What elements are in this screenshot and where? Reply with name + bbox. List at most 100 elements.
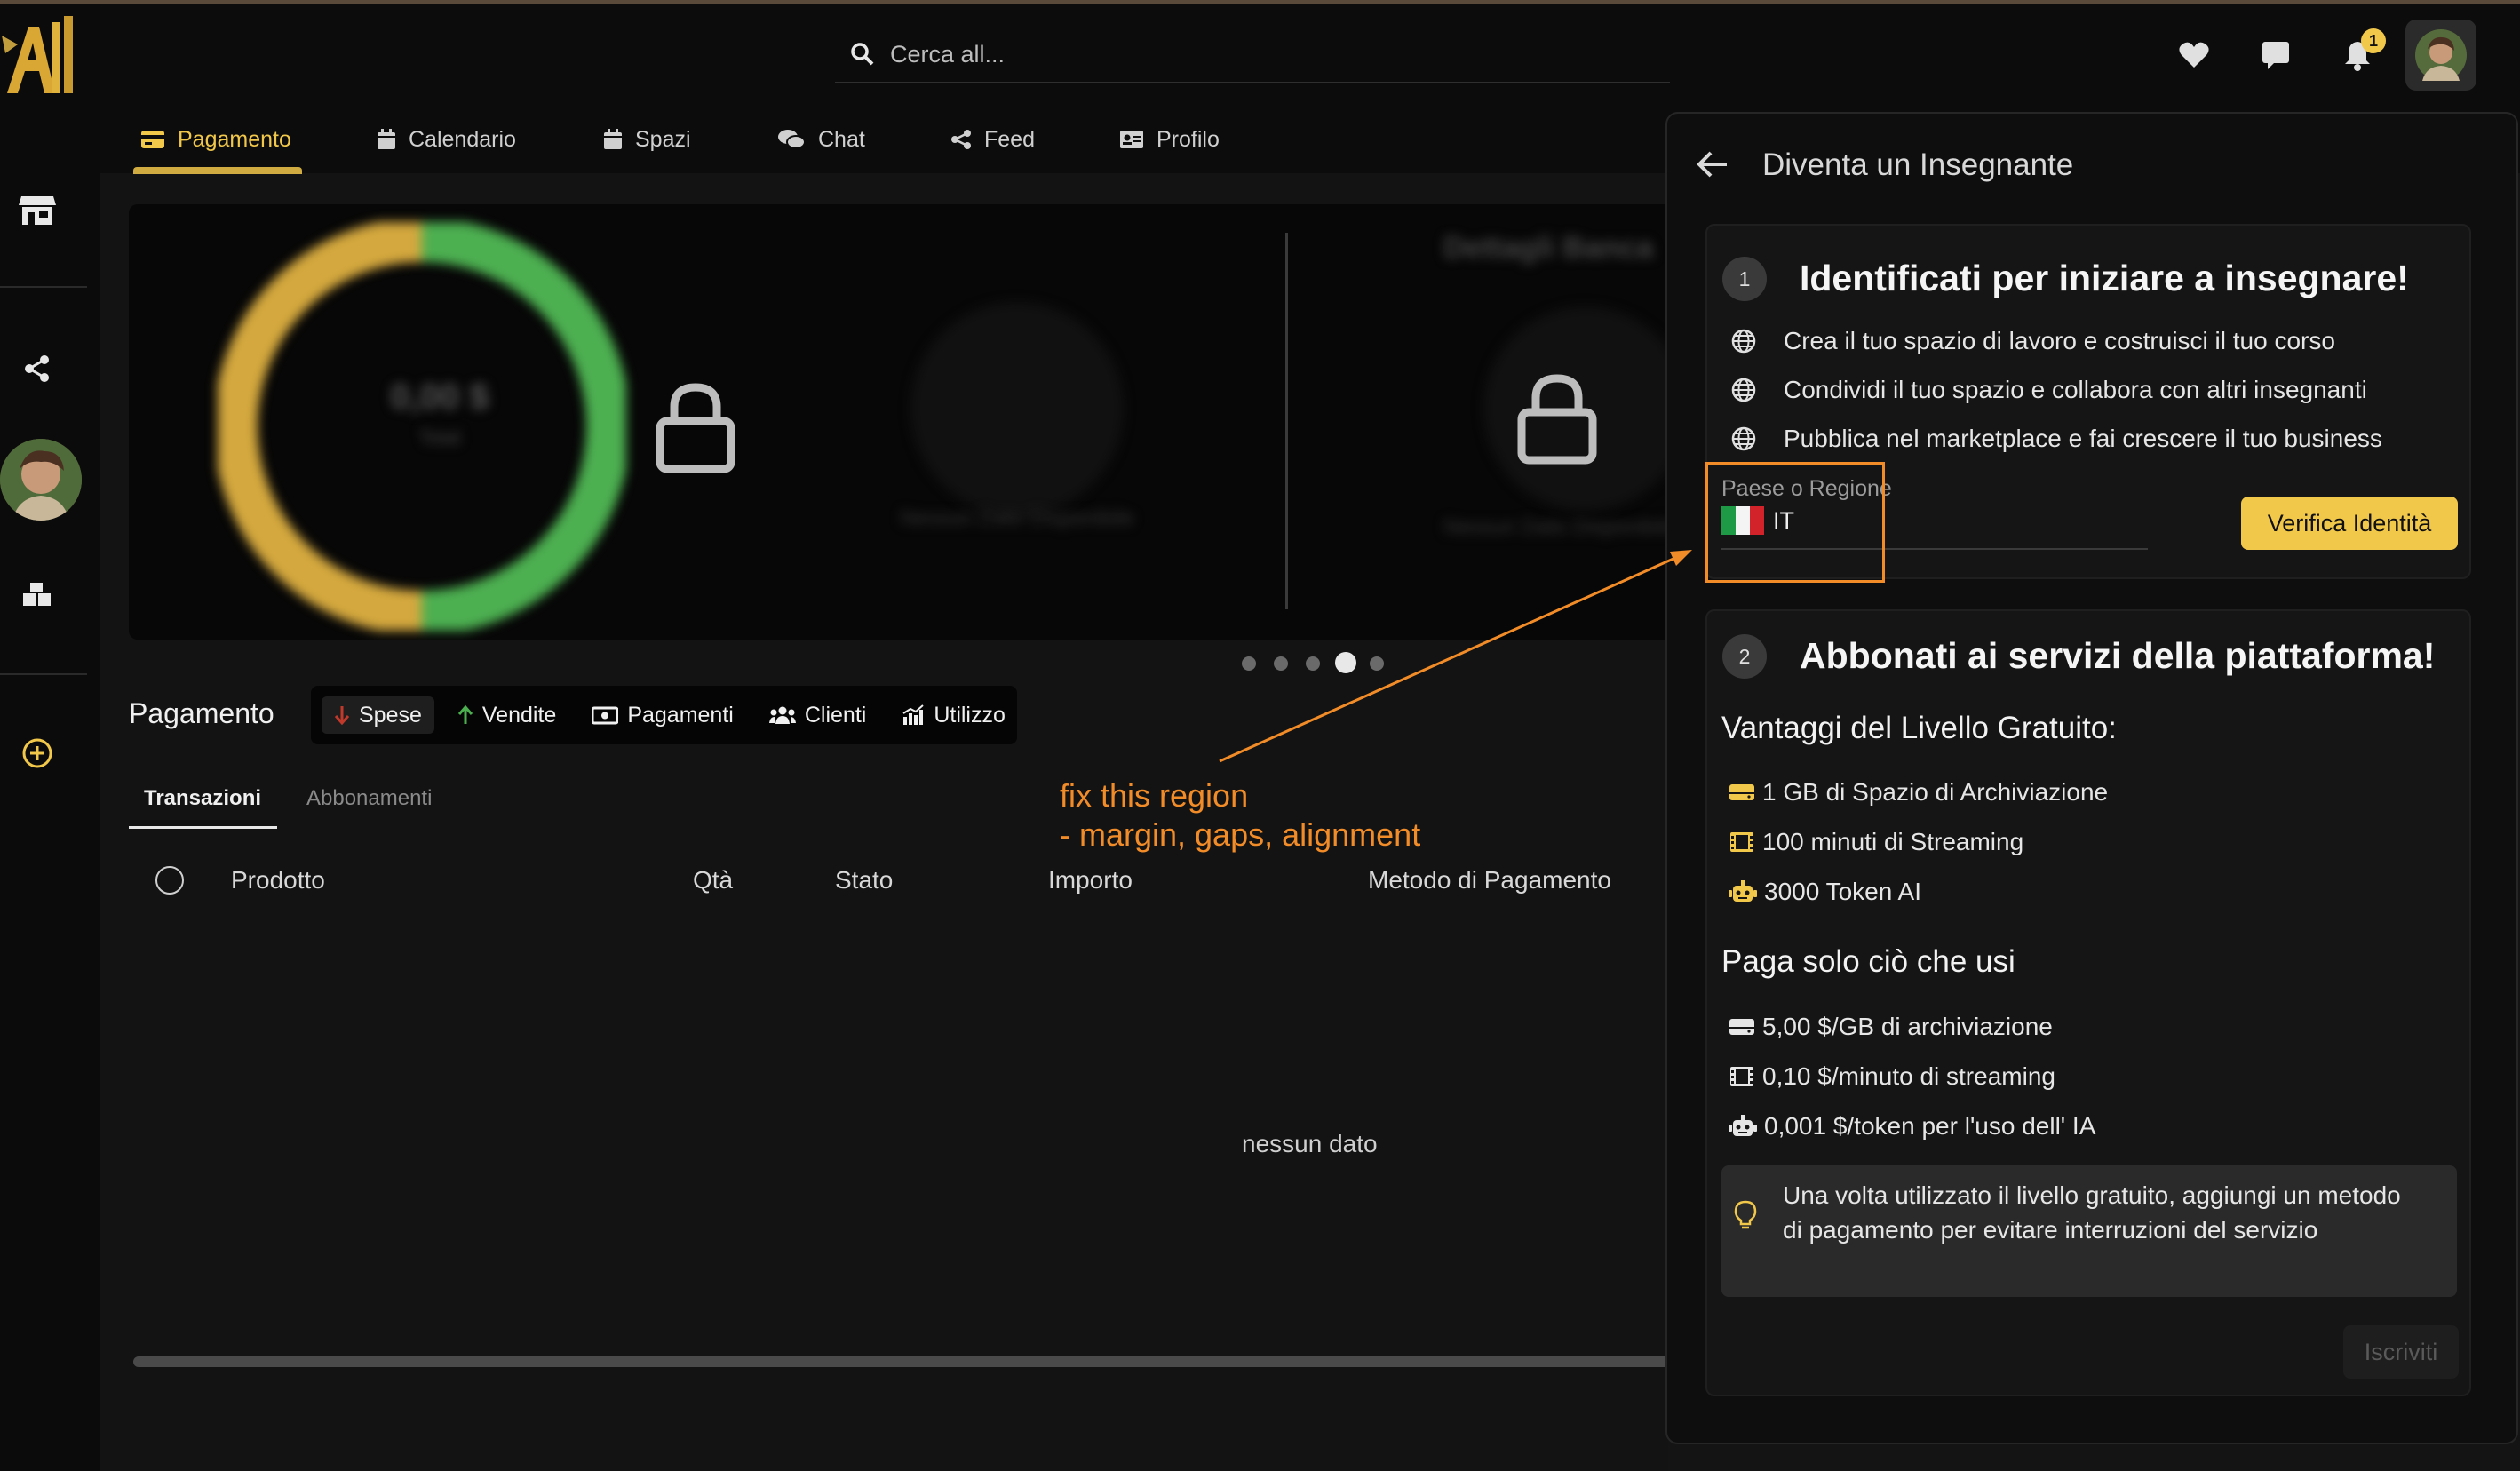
paid-tier-heading: Paga solo ciò che usi [1721,944,2015,979]
lightbulb-icon [1732,1199,1759,1231]
filter-label: Spese [359,702,422,728]
carousel-dot[interactable] [1242,656,1256,671]
filter-spese[interactable]: Spese [322,696,434,734]
credit-card-icon [140,130,165,149]
store-icon[interactable] [11,182,64,235]
panel-title: Diventa un Insegnante [1762,147,2074,182]
payment-filter-group: Spese Vendite Pagamenti Clienti Utilizzo [311,686,1017,744]
annotation-text: fix this region - margin, gaps, alignmen… [1060,777,1421,853]
no-data-label: Nessun Dato Disponibile [900,506,1134,530]
tab-label: Pagamento [178,126,291,152]
free-tier-heading: Vantaggi del Livello Gratuito: [1721,711,2117,745]
step-title: Identificati per iniziare a insegnare! [1800,258,2409,298]
filter-vendite[interactable]: Vendite [445,696,568,734]
active-tab-indicator [133,167,302,174]
search-icon [851,43,874,66]
tab-calendario[interactable]: Calendario [377,117,516,162]
perk-item: 3000 Token AI [1729,874,1921,910]
arrow-up-icon [457,704,473,726]
section-title: Pagamento [129,697,274,729]
horizontal-scrollbar[interactable] [133,1356,1670,1367]
tab-label: Feed [984,126,1035,152]
subtab-abbonamenti[interactable]: Abbonamenti [306,786,432,811]
tab-pagamento[interactable]: Pagamento [140,117,291,162]
globe-icon [1730,377,1757,403]
arrow-down-icon [334,704,350,726]
column-header-metodo[interactable]: Metodo di Pagamento [1368,866,1611,895]
perk-item: 100 minuti di Streaming [1729,824,2023,860]
tab-label: Spazi [635,126,691,152]
filter-label: Utilizzo [934,702,1006,728]
step-title: Abbonati ai servizi della piattaforma! [1800,635,2436,676]
bank-title: Dettagli Banca [1443,231,1654,265]
subtab-transazioni[interactable]: Transazioni [144,786,261,811]
blocks-icon[interactable] [11,569,64,622]
search-bar[interactable] [835,27,1670,83]
carousel-dot[interactable] [1370,656,1384,671]
feature-bullet: Crea il tuo spazio di lavoro e costruisc… [1730,323,2335,359]
lock-icon [1514,373,1600,465]
annotation-highlight-box [1705,462,1885,583]
empty-state-text: nessun dato [1242,1130,1378,1157]
notification-badge: 1 [2361,28,2386,53]
step-number: 1 [1722,257,1767,301]
filter-pagamenti[interactable]: Pagamenti [579,696,746,734]
filter-clienti[interactable]: Clienti [757,696,878,734]
calendar-icon [603,129,623,150]
carousel-divider [1285,233,1288,609]
storage-icon [1729,1015,1755,1038]
users-icon [768,705,796,725]
tab-label: Chat [818,126,865,152]
globe-icon [1730,328,1757,354]
column-header-prodotto[interactable]: Prodotto [231,866,325,895]
plus-circle-icon[interactable] [11,727,64,780]
search-input[interactable] [890,40,1601,68]
summary-carousel: 0,00 $ Total Nessun Dato Disponibile Det… [129,204,1679,640]
robot-icon [1729,879,1757,904]
user-avatar-button[interactable] [2405,20,2476,91]
no-data-label: Nessun Dato Disponibile [1443,515,1677,539]
carousel-dot[interactable] [1306,656,1320,671]
subscribe-button[interactable]: Iscriviti [2343,1325,2459,1379]
chat-bubbles-icon [777,128,806,151]
tab-profilo[interactable]: Profilo [1119,117,1220,162]
step-number: 2 [1722,634,1767,679]
tab-feed[interactable]: Feed [950,117,1035,162]
filter-label: Pagamenti [627,702,734,728]
verify-identity-button[interactable]: Verifica Identità [2241,497,2458,550]
carousel-dot-active[interactable] [1335,652,1356,673]
film-icon [1729,831,1755,854]
sidebar-divider [0,673,87,675]
select-all-checkbox[interactable] [155,866,184,895]
cash-icon [592,705,619,725]
feature-bullet: Pubblica nel marketplace e fai crescere … [1730,421,2382,457]
tab-label: Calendario [409,126,516,152]
storage-icon [1729,781,1755,804]
chart-icon [902,704,925,726]
avatar[interactable] [0,439,82,521]
total-label: Total [418,426,461,449]
heart-icon[interactable] [2167,28,2221,82]
column-header-importo[interactable]: Importo [1048,866,1133,895]
tab-label: Profilo [1157,126,1220,152]
back-arrow-icon[interactable] [1695,148,1739,184]
chat-icon[interactable] [2249,28,2302,82]
filter-utilizzo[interactable]: Utilizzo [889,696,1018,734]
app-logo[interactable] [0,9,80,98]
globe-icon [1730,425,1757,452]
tab-chat[interactable]: Chat [777,117,865,162]
share-icon[interactable] [11,342,64,395]
robot-icon [1729,1114,1757,1139]
price-item: 5,00 $/GB di archiviazione [1729,1009,2053,1045]
film-icon [1729,1065,1755,1088]
filter-label: Vendite [481,702,557,728]
document-placeholder [910,302,1124,515]
calendar-icon [377,129,396,150]
tab-spazi[interactable]: Spazi [603,117,691,162]
sidebar-divider [0,286,87,288]
carousel-dot[interactable] [1274,656,1288,671]
price-item: 0,10 $/minuto di streaming [1729,1059,2055,1094]
price-item: 0,001 $/token per l'uso dell' IA [1729,1109,2095,1144]
column-header-stato[interactable]: Stato [835,866,893,895]
column-header-qta[interactable]: Qtà [693,866,733,895]
